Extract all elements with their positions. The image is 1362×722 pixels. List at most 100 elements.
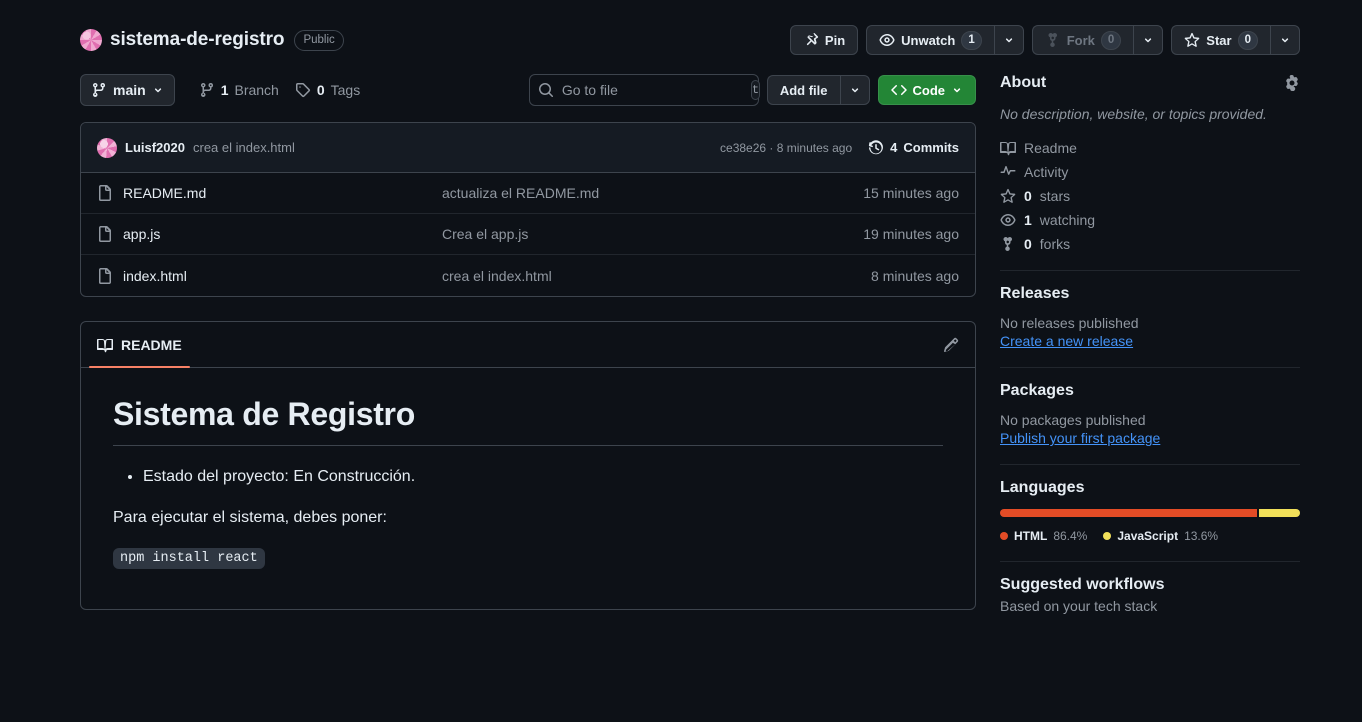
publish-package-link[interactable]: Publish your first package bbox=[1000, 430, 1160, 446]
tags-link[interactable]: 0 Tags bbox=[295, 82, 360, 98]
about-item-label: Activity bbox=[1024, 164, 1069, 181]
gear-icon[interactable] bbox=[1284, 75, 1300, 91]
edit-readme-button[interactable] bbox=[943, 337, 959, 353]
book-icon bbox=[97, 337, 113, 353]
tab-readme[interactable]: README bbox=[89, 322, 190, 368]
owner-avatar[interactable] bbox=[80, 29, 102, 51]
language-bar-segment-html[interactable] bbox=[1000, 509, 1258, 518]
about-item-label: forks bbox=[1039, 236, 1071, 253]
chevron-down-icon bbox=[1142, 34, 1154, 46]
releases-section: Releases No releases published Create a … bbox=[1000, 271, 1300, 349]
languages-section: Languages HTML 86.4% JavaScript 13.6% bbox=[1000, 465, 1300, 543]
fork-icon bbox=[1045, 32, 1061, 48]
create-release-link[interactable]: Create a new release bbox=[1000, 333, 1133, 349]
packages-empty-text: No packages published bbox=[1000, 412, 1146, 429]
fork-button[interactable]: Fork 0 bbox=[1031, 25, 1134, 55]
code-icon bbox=[890, 82, 907, 98]
commit-row-right: ce38e26 · 8 minutes ago 4 Commits bbox=[720, 139, 959, 156]
packages-title: Packages bbox=[1000, 382, 1074, 400]
branch-selector-button[interactable]: main bbox=[80, 74, 175, 106]
file-commit-message[interactable]: actualiza el README.md bbox=[442, 185, 863, 201]
language-bar-segment-javascript[interactable] bbox=[1259, 509, 1300, 518]
readme-content: Sistema de Registro Estado del proyecto:… bbox=[81, 368, 975, 609]
readme-heading: Sistema de Registro bbox=[113, 396, 943, 446]
table-row[interactable]: README.md actualiza el README.md 15 minu… bbox=[81, 173, 975, 214]
languages-title: Languages bbox=[1000, 479, 1085, 497]
watch-dropdown-button[interactable] bbox=[993, 25, 1024, 55]
star-button-group: Star 0 bbox=[1171, 25, 1300, 55]
watch-button-group: Unwatch 1 bbox=[866, 25, 1024, 55]
repository-name[interactable]: sistema-de-registro bbox=[110, 29, 285, 51]
chevron-down-icon bbox=[951, 84, 963, 96]
go-to-file-search[interactable]: t bbox=[528, 74, 761, 106]
search-shortcut-badge: t bbox=[750, 80, 761, 100]
pin-button[interactable]: Pin bbox=[789, 25, 859, 55]
branch-icon bbox=[91, 82, 107, 98]
about-forks-link[interactable]: 0 forks bbox=[1000, 236, 1300, 252]
language-legend-html[interactable]: HTML 86.4% bbox=[1000, 529, 1087, 543]
commit-author-name[interactable]: Luisf2020 bbox=[125, 140, 185, 155]
fork-dropdown-button[interactable] bbox=[1133, 25, 1164, 55]
fork-icon bbox=[1000, 236, 1016, 252]
commit-message[interactable]: crea el index.html bbox=[193, 140, 295, 155]
table-row[interactable]: index.html crea el index.html 8 minutes … bbox=[81, 255, 975, 296]
file-commit-time: 19 minutes ago bbox=[863, 226, 959, 242]
branch-icon bbox=[199, 82, 215, 98]
commits-history-link[interactable]: 4 Commits bbox=[868, 139, 959, 156]
sidebar: About No description, website, or topics… bbox=[1000, 60, 1300, 614]
language-name: JavaScript bbox=[1117, 529, 1179, 544]
repository-meta-links: 1 Branch 0 Tags bbox=[199, 82, 360, 98]
readme-panel: README Sistema de Registro Estado del pr… bbox=[80, 321, 976, 610]
star-button[interactable]: Star 0 bbox=[1171, 25, 1270, 55]
file-icon bbox=[97, 267, 113, 284]
latest-commit-row: Luisf2020 crea el index.html ce38e26 · 8… bbox=[81, 123, 975, 173]
releases-empty-text: No releases published bbox=[1000, 315, 1139, 332]
file-icon bbox=[97, 185, 113, 201]
commit-sha-time[interactable]: ce38e26 · 8 minutes ago bbox=[720, 141, 852, 155]
fork-count: 0 bbox=[1100, 30, 1122, 50]
about-activity-link[interactable]: Activity bbox=[1000, 164, 1300, 180]
commit-separator: · bbox=[769, 140, 774, 155]
file-navigation-toolbar: main 1 Branch 0 Tags Go to file t Add fi… bbox=[80, 74, 976, 106]
commit-sha: ce38e26 bbox=[720, 140, 767, 155]
repository-actions: Pin Unwatch 1 Fork 0 Star 0 bbox=[789, 25, 1300, 55]
about-description: No description, website, or topics provi… bbox=[1000, 106, 1267, 122]
visibility-badge: Public bbox=[294, 29, 344, 51]
star-icon bbox=[1000, 188, 1016, 204]
pulse-icon bbox=[1000, 164, 1016, 180]
readme-bullet-list: Estado del proyecto: En Construcción. bbox=[113, 464, 943, 490]
add-file-button-group: Add file bbox=[766, 75, 870, 105]
commit-author-avatar[interactable] bbox=[97, 137, 117, 158]
star-label: Star bbox=[1206, 32, 1232, 48]
language-legend-javascript[interactable]: JavaScript 13.6% bbox=[1103, 529, 1218, 543]
about-item-label: stars bbox=[1039, 188, 1071, 205]
readme-code-snippet: npm install react bbox=[113, 547, 265, 569]
eye-icon bbox=[879, 32, 895, 48]
about-watching-link[interactable]: 1 watching bbox=[1000, 212, 1300, 228]
branches-link[interactable]: 1 Branch bbox=[199, 82, 279, 98]
branch-name-label: main bbox=[113, 82, 146, 98]
file-link[interactable]: index.html bbox=[123, 268, 187, 284]
releases-header: Releases bbox=[1000, 285, 1300, 303]
file-commit-message[interactable]: crea el index.html bbox=[442, 268, 871, 284]
about-readme-link[interactable]: Readme bbox=[1000, 140, 1300, 156]
table-row[interactable]: app.js Crea el app.js 19 minutes ago bbox=[81, 214, 975, 255]
file-commit-time: 15 minutes ago bbox=[863, 185, 959, 201]
file-link[interactable]: README.md bbox=[123, 185, 206, 201]
file-commit-message[interactable]: Crea el app.js bbox=[442, 226, 863, 242]
file-icon bbox=[97, 226, 113, 242]
add-file-dropdown-button[interactable] bbox=[839, 75, 870, 105]
about-stars-link[interactable]: 0 stars bbox=[1000, 188, 1300, 204]
file-name-cell: index.html bbox=[97, 267, 442, 284]
language-name: HTML bbox=[1014, 529, 1048, 544]
star-dropdown-button[interactable] bbox=[1270, 25, 1300, 55]
search-input[interactable] bbox=[561, 82, 743, 98]
file-link[interactable]: app.js bbox=[123, 226, 160, 242]
add-file-button[interactable]: Add file bbox=[766, 75, 840, 105]
unwatch-button[interactable]: Unwatch 1 bbox=[866, 25, 994, 55]
about-meta-list: Readme Activity 0 stars 1 watching 0 for… bbox=[1000, 140, 1300, 252]
history-icon bbox=[868, 139, 884, 156]
code-button[interactable]: Code bbox=[877, 75, 976, 105]
packages-section: Packages No packages published Publish y… bbox=[1000, 368, 1300, 446]
about-watching-count: 1 bbox=[1024, 212, 1032, 229]
